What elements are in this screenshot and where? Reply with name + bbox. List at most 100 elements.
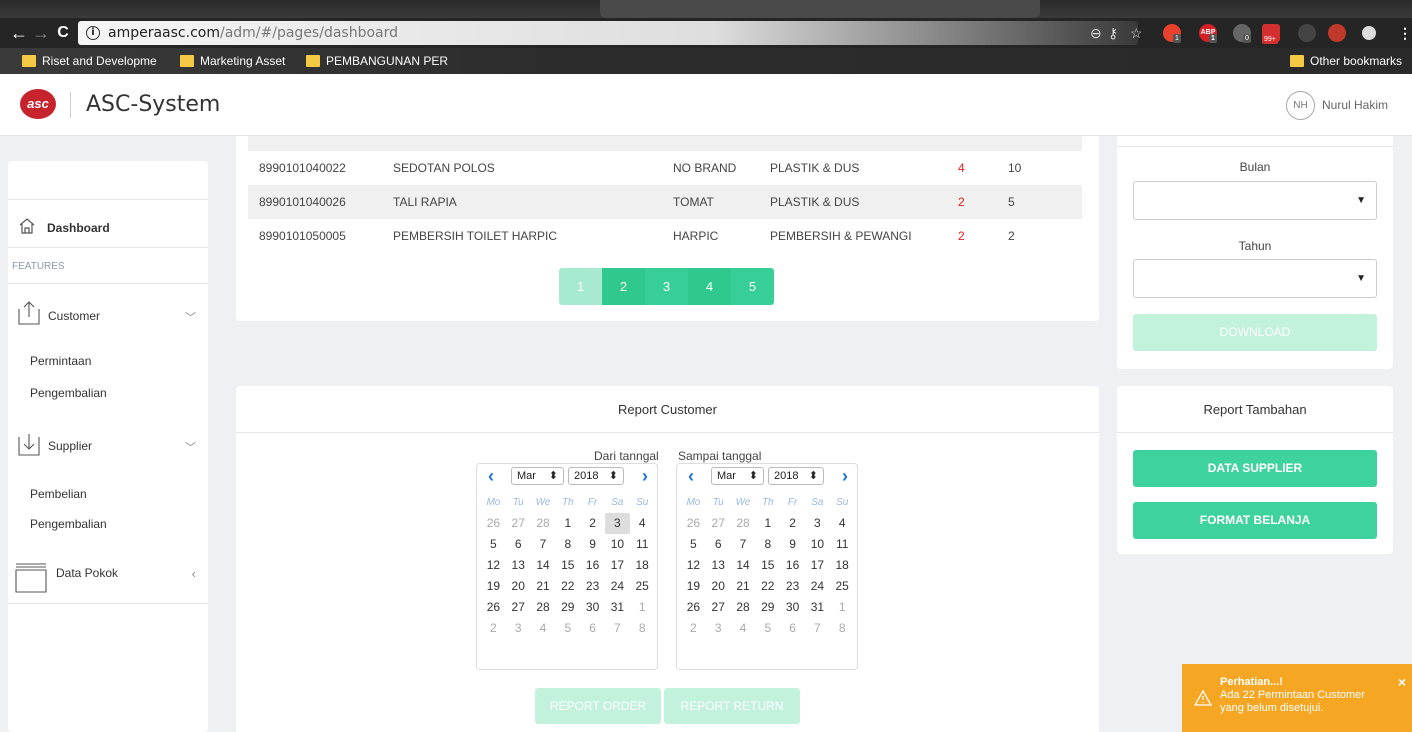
calendar-day[interactable]: 6 [780,618,805,639]
calendar-day[interactable]: 31 [805,597,830,618]
calendar-day[interactable]: 19 [481,576,506,597]
sidebar-item-data-pokok[interactable]: Data Pokok ‹ [8,559,208,595]
user-name[interactable]: Nurul Hakim [1322,98,1388,112]
year-select[interactable]: 2018 ⬍ [568,467,624,485]
calendar-day[interactable]: 11 [830,534,855,555]
calendar-day[interactable]: 28 [731,513,756,534]
calendar-day[interactable]: 25 [630,576,655,597]
extension-icon[interactable] [1298,24,1316,42]
calendar-day[interactable]: 18 [830,555,855,576]
calendar-day[interactable]: 23 [580,576,605,597]
bulan-select[interactable]: ▼ [1133,181,1377,220]
chevron-left-icon[interactable]: ‹ [481,466,501,486]
report-order-button[interactable]: REPORT ORDER [535,688,661,724]
calendar-day[interactable]: 5 [555,618,580,639]
calendar-day[interactable]: 12 [481,555,506,576]
calendar-day[interactable]: 13 [706,555,731,576]
calendar-day[interactable]: 21 [531,576,556,597]
calendar-day[interactable]: 1 [555,513,580,534]
back-icon[interactable]: ← [8,22,30,44]
calendar-day[interactable]: 8 [555,534,580,555]
chevron-left-icon[interactable]: ‹ [681,466,701,486]
chevron-right-icon[interactable]: › [635,466,655,486]
calendar-day[interactable]: 25 [830,576,855,597]
calendar-day[interactable]: 4 [531,618,556,639]
calendar-day[interactable]: 7 [605,618,630,639]
month-select[interactable]: Mar ⬍ [711,467,764,485]
calendar-day[interactable]: 4 [830,513,855,534]
data-supplier-button[interactable]: DATA SUPPLIER [1133,450,1377,487]
page-button-1[interactable]: 1 [559,268,602,305]
calendar-day[interactable]: 2 [580,513,605,534]
calendar-day[interactable]: 27 [706,597,731,618]
adblock-icon[interactable]: ABP 1 [1199,24,1217,43]
sidebar-subitem-permintaan[interactable]: Permintaan [30,354,200,372]
extension-icon[interactable]: 1 [1163,24,1181,43]
calendar-day[interactable]: 5 [755,618,780,639]
calendar-day[interactable]: 20 [706,576,731,597]
other-bookmarks[interactable]: Other bookmarks [1290,53,1402,69]
download-button[interactable]: DOWNLOAD [1133,314,1377,351]
calendar-day[interactable]: 11 [630,534,655,555]
calendar-day[interactable]: 22 [555,576,580,597]
page-button-2[interactable]: 2 [602,268,645,305]
calendar-day[interactable]: 16 [780,555,805,576]
calendar-day[interactable]: 1 [630,597,655,618]
calendar-day[interactable]: 8 [630,618,655,639]
calendar-day[interactable]: 26 [481,597,506,618]
calendar-day[interactable]: 27 [506,597,531,618]
calendar-day[interactable]: 20 [506,576,531,597]
bookmark-item[interactable]: Riset and Developme [22,53,157,69]
calendar-day[interactable]: 28 [731,597,756,618]
calendar-day[interactable]: 6 [580,618,605,639]
calendar-day[interactable]: 13 [506,555,531,576]
calendar-day[interactable]: 26 [681,513,706,534]
calendar-day[interactable]: 23 [780,576,805,597]
calendar-day[interactable]: 3 [805,513,830,534]
calendar-day[interactable]: 10 [605,534,630,555]
active-tab[interactable] [600,0,1040,18]
page-button-5[interactable]: 5 [731,268,774,305]
sidebar-subitem-pengembalian-customer[interactable]: Pengembalian [30,386,200,404]
calendar-day[interactable]: 6 [506,534,531,555]
calendar-day[interactable]: 21 [731,576,756,597]
bookmark-item[interactable]: Marketing Asset [180,53,285,69]
extension-icon[interactable] [1328,24,1346,42]
table-row[interactable]: 8990101050005 PEMBERSIH TOILET HARPIC HA… [248,219,1082,253]
report-return-button[interactable]: REPORT RETURN [664,688,800,724]
calendar-day[interactable]: 15 [755,555,780,576]
calendar-day[interactable]: 29 [755,597,780,618]
key-icon[interactable]: ⚷ [1108,23,1118,43]
bookmark-item[interactable]: PEMBANGUNAN PER [306,53,448,69]
calendar-day[interactable]: 7 [731,534,756,555]
extension-icon[interactable]: 0 [1233,24,1251,43]
calendar-day[interactable]: 18 [630,555,655,576]
close-icon[interactable]: × [1398,674,1406,690]
star-icon[interactable]: ☆ [1130,23,1143,43]
format-belanja-button[interactable]: FORMAT BELANJA [1133,502,1377,539]
calendar-day[interactable]: 2 [780,513,805,534]
sidebar-item-supplier[interactable]: Supplier ﹀ [8,429,208,465]
calendar-day[interactable]: 15 [555,555,580,576]
calendar-day[interactable]: 26 [481,513,506,534]
extension-icon[interactable]: 99+ [1262,24,1280,44]
sidebar-subitem-pengembalian-supplier[interactable]: Pengembalian [30,517,200,535]
calendar-day[interactable]: 4 [630,513,655,534]
calendar-day[interactable]: 24 [805,576,830,597]
reload-icon[interactable]: C [52,22,74,44]
calendar-day[interactable]: 14 [731,555,756,576]
calendar-day[interactable]: 17 [605,555,630,576]
calendar-day-today[interactable]: 3 [604,513,630,534]
chevron-right-icon[interactable]: › [835,466,855,486]
calendar-day[interactable]: 12 [681,555,706,576]
calendar-day[interactable]: 4 [731,618,756,639]
calendar-day[interactable]: 27 [706,513,731,534]
calendar-day[interactable]: 27 [506,513,531,534]
calendar-day[interactable]: 1 [755,513,780,534]
tahun-select[interactable]: ▼ [1133,259,1377,298]
calendar-day[interactable]: 16 [580,555,605,576]
calendar-day[interactable]: 5 [481,534,506,555]
avatar[interactable]: NH [1286,91,1315,120]
address-bar[interactable]: i amperaasc.com/adm/#/pages/dashboard [78,21,1138,45]
menu-icon[interactable]: ⋮ [1398,23,1412,43]
